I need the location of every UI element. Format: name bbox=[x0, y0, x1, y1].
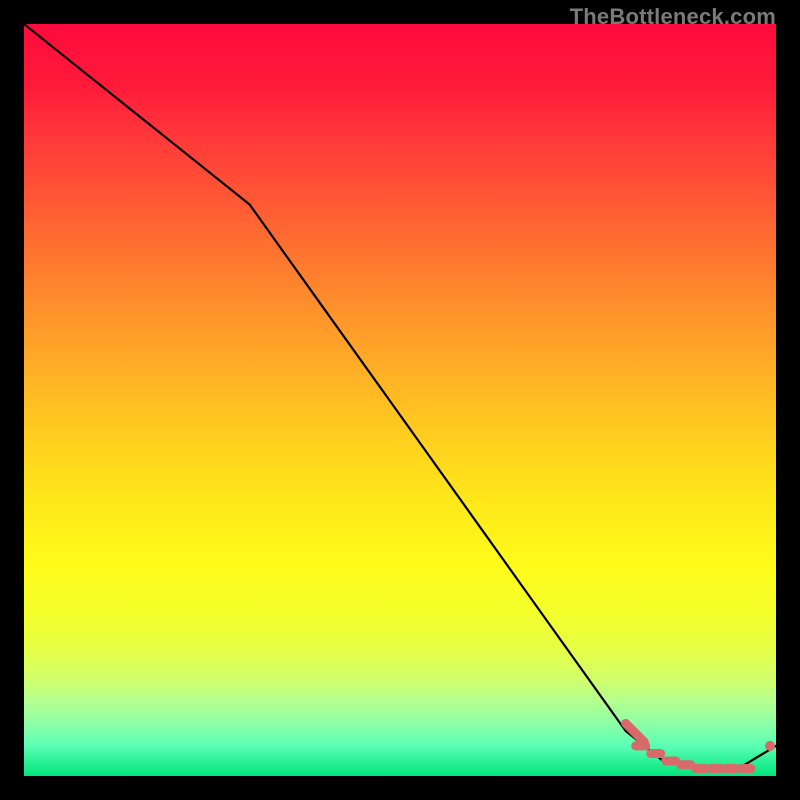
chart-overlay bbox=[24, 24, 776, 776]
end-point-marker bbox=[765, 741, 775, 751]
recommended-range-markers bbox=[626, 723, 751, 773]
watermark-text: TheBottleneck.com bbox=[570, 4, 776, 30]
chart-container: TheBottleneck.com bbox=[0, 0, 800, 800]
bottleneck-curve-line bbox=[24, 24, 776, 769]
plot-area bbox=[24, 24, 776, 776]
